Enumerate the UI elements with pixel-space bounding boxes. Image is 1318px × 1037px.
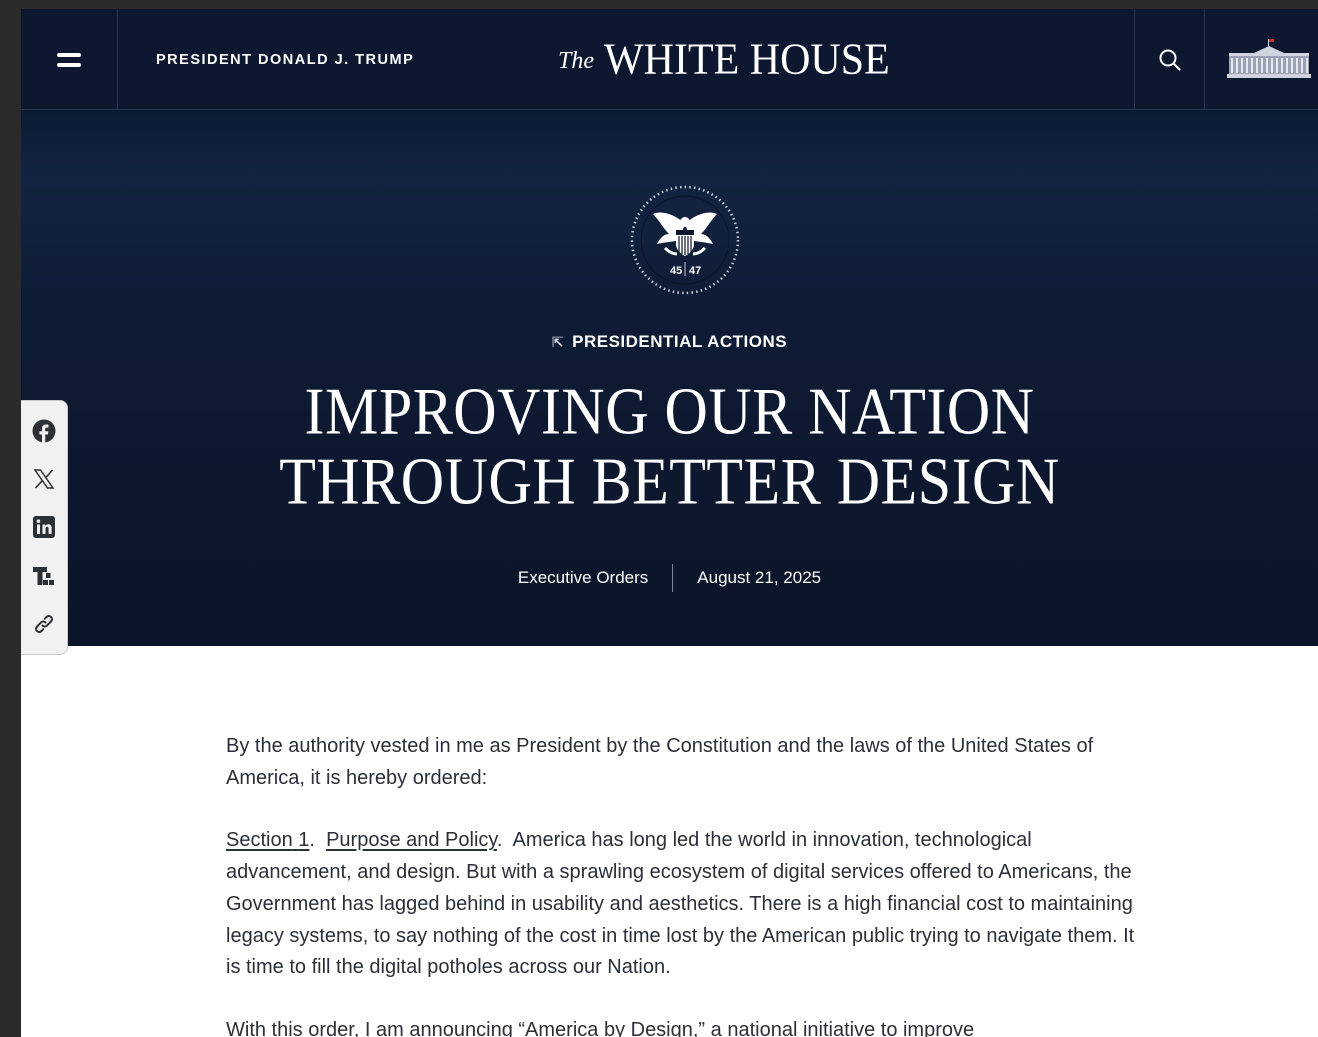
white-house-wordmark[interactable]: The WHITE HOUSE xyxy=(558,9,890,110)
truth-social-icon xyxy=(33,566,54,585)
page-title: IMPROVING OUR NATION THROUGH BETTER DESI… xyxy=(21,374,1318,518)
page-title-line-1: IMPROVING OUR NATION xyxy=(304,374,1035,448)
seal-number-47: 47 xyxy=(689,265,701,277)
share-rail xyxy=(21,400,68,655)
article-body: By the authority vested in me as Preside… xyxy=(226,731,1146,1037)
share-truth-social-button[interactable] xyxy=(29,561,59,591)
x-twitter-icon xyxy=(33,469,55,490)
hero-banner: 45 47 ⇱ PRESIDENTIAL ACTIONS IMPROVING OU… xyxy=(21,110,1318,646)
section-1-paragraph: Section 1. Purpose and Policy. America h… xyxy=(226,829,1135,979)
share-linkedin-button[interactable] xyxy=(29,512,59,542)
category-text: PRESIDENTIAL ACTIONS xyxy=(572,332,788,351)
presidential-seal-icon: 45 47 xyxy=(630,185,740,295)
section-1-text: America has long led the world in innova… xyxy=(226,829,1135,979)
wordmark-the: The xyxy=(558,48,594,74)
arrow-up-left-icon: ⇱ xyxy=(551,334,565,350)
section-title-link[interactable]: Purpose and Policy xyxy=(326,829,497,851)
share-facebook-button[interactable] xyxy=(29,416,59,446)
paragraph-3: With this order, I am announcing “Americ… xyxy=(226,1018,975,1037)
president-link[interactable]: PRESIDENT DONALD J. TRUMP xyxy=(156,9,414,110)
wordmark-name: WHITE HOUSE xyxy=(604,35,890,84)
article-meta: Executive Orders August 21, 2025 xyxy=(21,564,1318,592)
seal-number-45: 45 xyxy=(670,265,682,277)
hamburger-menu-icon xyxy=(57,52,81,67)
white-house-building-icon[interactable] xyxy=(1226,37,1312,81)
share-x-button[interactable] xyxy=(29,464,59,494)
meta-divider xyxy=(672,564,674,592)
section-label-link[interactable]: Section 1 xyxy=(226,829,309,851)
linkedin-icon xyxy=(33,516,55,539)
browser-viewport: PRESIDENT DONALD J. TRUMP The WHITE HOUS… xyxy=(21,9,1318,1037)
publish-date: August 21, 2025 xyxy=(697,568,822,587)
copy-link-icon xyxy=(35,614,53,633)
category-label: ⇱ PRESIDENTIAL ACTIONS xyxy=(21,332,1318,352)
site-header: PRESIDENT DONALD J. TRUMP The WHITE HOUS… xyxy=(21,9,1318,110)
copy-link-button[interactable] xyxy=(29,609,59,639)
facebook-icon xyxy=(32,419,56,444)
page-title-line-2: THROUGH BETTER DESIGN xyxy=(279,444,1060,518)
menu-button[interactable] xyxy=(21,9,118,110)
category-link[interactable]: ⇱ PRESIDENTIAL ACTIONS xyxy=(552,332,787,351)
doc-type-link[interactable]: Executive Orders xyxy=(518,568,648,588)
search-button[interactable] xyxy=(1134,9,1205,110)
intro-paragraph: By the authority vested in me as Preside… xyxy=(226,735,1094,789)
search-icon xyxy=(1159,49,1181,71)
